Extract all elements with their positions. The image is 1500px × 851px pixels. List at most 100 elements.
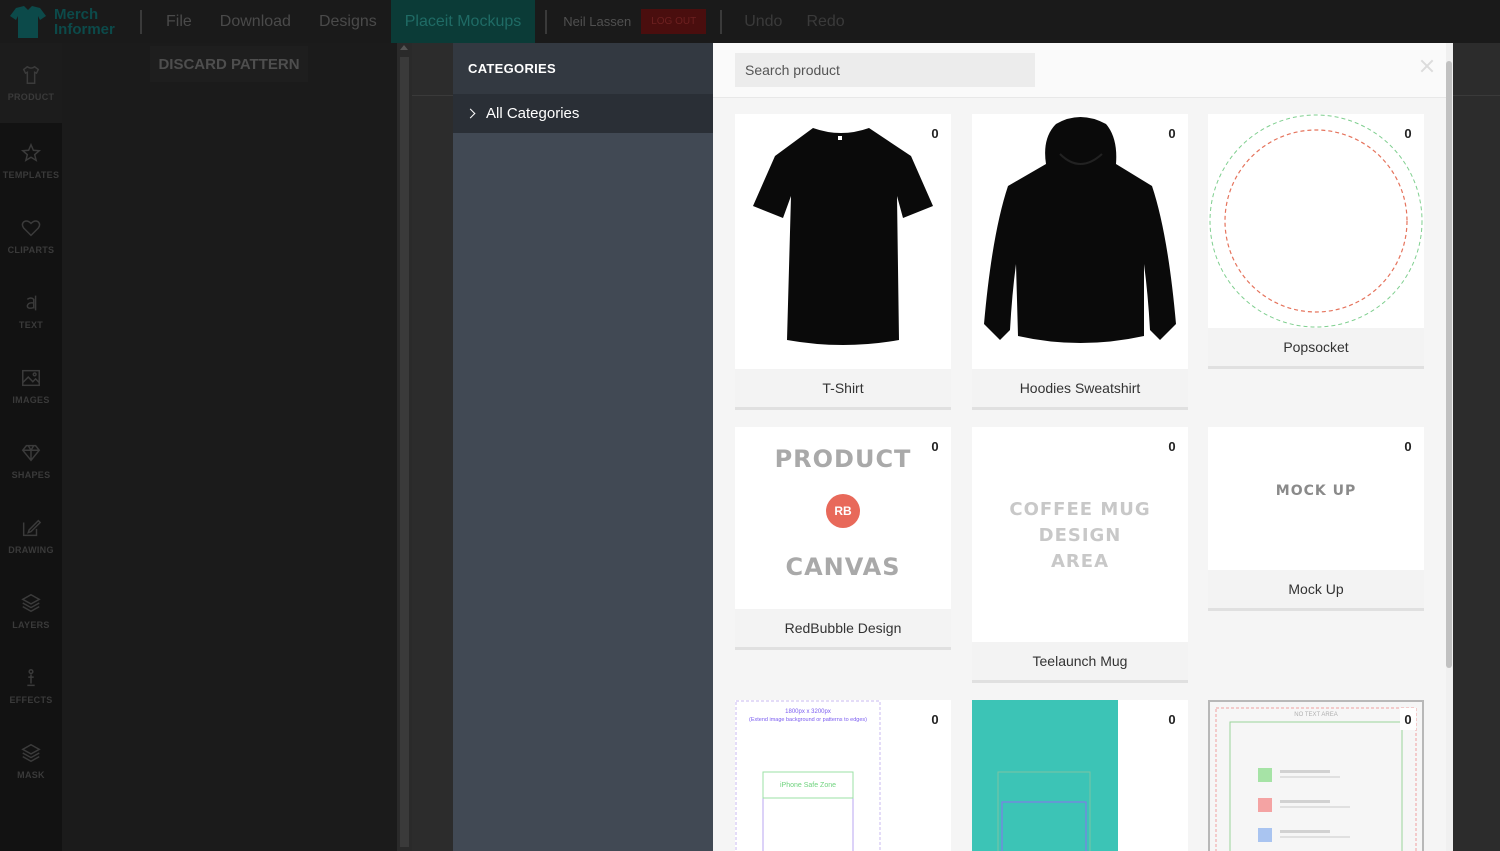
redo-button[interactable]: Redo — [794, 13, 856, 31]
product-card-template[interactable]: NO TEXT AREA 0 — [1208, 700, 1424, 851]
tool-label: IMAGES — [12, 394, 50, 405]
top-menu-bar: Merch Informer File Download Designs Pla… — [0, 0, 1500, 43]
menu-placeit-mockups[interactable]: Placeit Mockups — [390, 0, 536, 43]
diamond-icon — [21, 444, 41, 461]
tool-product[interactable]: PRODUCT — [0, 43, 62, 123]
product-name: T-Shirt — [735, 369, 951, 407]
product-name: Mock Up — [1208, 570, 1424, 608]
tool-layers[interactable]: LAYERS — [0, 573, 62, 648]
editor-scroll-thumb[interactable] — [400, 57, 409, 847]
menu-divider — [140, 9, 142, 34]
product-card-phone-case[interactable]: 1800px x 3200px (Extend image background… — [735, 700, 951, 851]
product-count-badge: 0 — [1164, 122, 1180, 144]
product-count-badge: 0 — [1164, 708, 1180, 730]
tool-mask[interactable]: MASK — [0, 723, 62, 798]
category-all[interactable]: All Categories — [453, 94, 713, 133]
product-count-badge: 0 — [927, 708, 943, 730]
menu-download[interactable]: Download — [206, 0, 305, 43]
product-card-mock-up[interactable]: MOCK UP 0 Mock Up — [1208, 427, 1424, 611]
tool-label: SHAPES — [11, 469, 51, 480]
product-count-badge: 0 — [1400, 708, 1416, 730]
art-text: MOCK UP — [1275, 483, 1357, 499]
product-card-popsocket[interactable]: 0 Popsocket — [1208, 114, 1424, 369]
product-name: Hoodies Sweatshirt — [972, 369, 1188, 407]
tool-templates[interactable]: TEMPLATES — [0, 123, 62, 198]
tool-effects[interactable]: EFFECTS — [0, 648, 62, 723]
teal-product-image: 0 — [972, 700, 1188, 851]
tshirt-image: 0 — [735, 114, 951, 369]
tool-shapes[interactable]: SHAPES — [0, 423, 62, 498]
tool-label: TEMPLATES — [2, 169, 60, 180]
tool-label: PRODUCT — [7, 92, 55, 102]
chevron-right-icon — [465, 108, 476, 119]
close-icon[interactable] — [1419, 58, 1435, 74]
layers-icon — [21, 593, 41, 612]
edit-icon — [22, 519, 42, 536]
shirt-icon — [22, 65, 40, 84]
heart-icon — [21, 219, 41, 236]
logout-button[interactable]: LOG OUT — [641, 9, 707, 34]
search-product-input[interactable] — [735, 53, 1035, 87]
product-card-tshirt[interactable]: 0 T-Shirt — [735, 114, 951, 410]
tool-label: EFFECTS — [9, 694, 53, 705]
tool-label: CLIPARTS — [7, 244, 55, 255]
text-icon — [26, 295, 37, 310]
tool-label: MASK — [17, 769, 45, 780]
product-picker-panel: 0 T-Shirt 0 Hoodies Sweatshirt 0 Popsock… — [713, 43, 1453, 851]
logo-text-merch: Merch — [54, 5, 99, 23]
product-card-teelaunch-mug[interactable]: COFFEE MUG DESIGN AREA 0 Teelaunch Mug — [972, 427, 1188, 683]
redbubble-image: PRODUCT RB CANVAS 0 — [735, 427, 951, 609]
menu-divider — [545, 9, 548, 34]
tool-label: LAYERS — [12, 619, 50, 630]
art-text: AREA — [1050, 551, 1110, 572]
product-name: Popsocket — [1208, 328, 1424, 366]
tool-images[interactable]: IMAGES — [0, 348, 62, 423]
art-text: PRODUCT — [774, 445, 912, 473]
tool-cliparts[interactable]: CLIPARTS — [0, 198, 62, 273]
image-icon — [22, 369, 40, 386]
effects-icon — [27, 668, 35, 686]
product-card-hoodie[interactable]: 0 Hoodies Sweatshirt — [972, 114, 1188, 410]
art-text: (Extend image background or patterns to … — [748, 717, 867, 723]
product-name: Teelaunch Mug — [972, 642, 1188, 680]
logo-text-informer: Informer — [54, 20, 115, 38]
phone-case-image: 1800px x 3200px (Extend image background… — [735, 700, 951, 851]
hoodie-image: 0 — [972, 114, 1188, 369]
category-label: All Categories — [486, 105, 580, 122]
editor-scrollbar[interactable] — [397, 43, 412, 851]
product-scrollbar[interactable] — [1446, 43, 1453, 851]
art-text: DESIGN — [1038, 525, 1122, 546]
product-card-teal[interactable]: 0 — [972, 700, 1188, 851]
star-icon — [20, 142, 42, 162]
mug-image: COFFEE MUG DESIGN AREA 0 — [972, 427, 1188, 642]
menu-divider — [720, 9, 723, 34]
scroll-up-icon[interactable] — [400, 45, 408, 50]
menu-file[interactable]: File — [152, 0, 206, 43]
shirt-logo-icon — [10, 5, 46, 38]
template-product-image: NO TEXT AREA 0 — [1208, 700, 1424, 851]
product-count-badge: 0 — [1400, 435, 1416, 457]
product-card-redbubble[interactable]: PRODUCT RB CANVAS 0 RedBubble Design — [735, 427, 951, 650]
product-scroll-thumb[interactable] — [1446, 61, 1452, 668]
merch-informer-logo[interactable]: Merch Informer — [0, 0, 130, 43]
redbubble-logo: RB — [826, 494, 860, 528]
design-canvas-area — [62, 43, 397, 851]
menu-designs[interactable]: Designs — [305, 0, 391, 43]
art-text: NO TEXT AREA — [1294, 712, 1338, 718]
tool-label: TEXT — [18, 319, 44, 330]
product-count-badge: 0 — [1400, 122, 1416, 144]
undo-button[interactable]: Undo — [732, 13, 794, 31]
tool-drawing[interactable]: DRAWING — [0, 498, 62, 573]
search-bar — [713, 43, 1453, 98]
art-text: 1800px x 3200px — [785, 709, 831, 715]
product-name: RedBubble Design — [735, 609, 951, 647]
art-text: COFFEE MUG — [1009, 499, 1151, 520]
discard-pattern-button[interactable]: DISCARD PATTERN — [150, 46, 308, 82]
mockup-image: MOCK UP 0 — [1208, 427, 1424, 570]
product-count-badge: 0 — [927, 122, 943, 144]
tool-text[interactable]: TEXT — [0, 273, 62, 348]
categories-panel: CATEGORIES All Categories — [453, 43, 713, 851]
art-text: CANVAS — [785, 553, 901, 581]
popsocket-image: 0 — [1208, 114, 1424, 328]
mask-icon — [21, 743, 41, 762]
